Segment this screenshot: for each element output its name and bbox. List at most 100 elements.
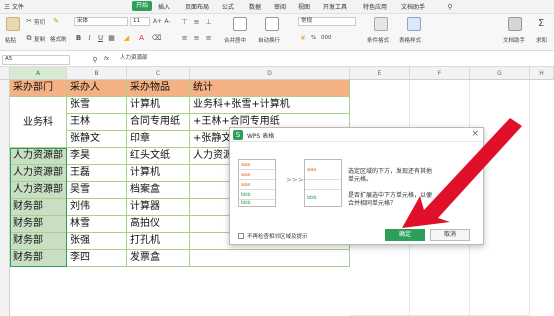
doc-assistant-label[interactable]: 文档助手 (503, 36, 525, 44)
cut-label[interactable]: 剪切 (34, 18, 45, 26)
align-left-icon[interactable]: ≡ (180, 33, 189, 42)
table-cell[interactable]: 吴雪 (67, 182, 127, 199)
menu-view[interactable]: 视图 (298, 2, 310, 11)
table-cell[interactable]: 张静文 (67, 131, 127, 148)
align-top-icon[interactable]: ⊤ (180, 17, 189, 26)
table-cell-merged[interactable]: 业务科 (10, 97, 67, 148)
currency-icon[interactable]: ¥ (298, 33, 308, 42)
table-cell[interactable]: 王磊 (67, 165, 127, 182)
table-cell[interactable]: 合同专用纸 (127, 114, 190, 131)
table-cell-selected[interactable]: 人力资源部 (10, 165, 67, 182)
table-cell[interactable]: 张强 (67, 233, 127, 250)
align-middle-icon[interactable]: ≡ (192, 17, 201, 26)
number-format-select[interactable]: 常规 (298, 17, 356, 26)
table-cell[interactable]: 计算器 (127, 199, 190, 216)
menu-review[interactable]: 审阅 (274, 2, 286, 11)
table-cell-selected[interactable]: 财务部 (10, 250, 67, 267)
bold-icon[interactable]: B (74, 33, 83, 42)
format-painter-label[interactable]: 格式刷 (50, 35, 67, 43)
font-color-icon[interactable]: A (137, 33, 146, 42)
table-cell[interactable]: 发票盒 (127, 250, 190, 267)
paste-label[interactable]: 粘贴 (5, 36, 16, 44)
checkbox-label[interactable]: 不再检查相邻区域及提示 (247, 232, 308, 240)
border-icon[interactable]: ▦ (107, 33, 116, 42)
table-style-icon[interactable] (407, 17, 421, 31)
align-right-icon[interactable]: ≡ (204, 33, 213, 42)
no-check-checkbox[interactable] (238, 233, 244, 239)
align-bottom-icon[interactable]: ⊥ (204, 17, 213, 26)
italic-icon[interactable]: I (85, 33, 94, 42)
fx-label[interactable]: fx (104, 56, 109, 62)
col-header-b[interactable]: B (67, 67, 127, 80)
menu-data[interactable]: 数据 (249, 2, 261, 11)
menu-special[interactable]: 特色应用 (363, 2, 387, 11)
col-header-f[interactable]: F (410, 67, 470, 80)
table-cell[interactable]: 红头文纸 (127, 148, 190, 165)
col-header-g[interactable]: G (470, 67, 530, 80)
table-cell[interactable]: 李四 (67, 250, 127, 267)
paste-icon[interactable] (6, 17, 20, 31)
table-cell-selected[interactable]: 财务部 (10, 199, 67, 216)
sum-label[interactable]: 求和 (536, 36, 547, 44)
formula-input[interactable]: 人力资源部 (118, 55, 552, 65)
sum-icon[interactable]: Σ (535, 17, 547, 29)
header-cell[interactable]: 统计 (190, 80, 350, 97)
table-cell-selected[interactable]: 财务部 (10, 216, 67, 233)
table-cell-selected[interactable]: 人力资源部 (10, 182, 67, 199)
conditional-format-label[interactable]: 条件格式 (367, 36, 389, 44)
menu-developer[interactable]: 开发工具 (323, 2, 347, 11)
header-cell[interactable]: 采办部门 (10, 80, 67, 97)
col-header-a[interactable]: A (10, 67, 67, 80)
table-cell[interactable]: 计算机 (127, 97, 190, 114)
table-cell[interactable]: 打孔机 (127, 233, 190, 250)
font-name-select[interactable]: 宋体 (74, 17, 128, 26)
wrap-text-label[interactable]: 自动换行 (258, 36, 280, 44)
zoom-icon[interactable]: ⚲ (90, 55, 100, 65)
table-cell[interactable]: 林雪 (67, 216, 127, 233)
table-cell-selected[interactable]: 财务部 (10, 233, 67, 250)
table-style-label[interactable]: 表格样式 (399, 36, 421, 44)
table-cell[interactable] (190, 250, 350, 267)
table-cell[interactable]: 刘伟 (67, 199, 127, 216)
header-cell[interactable]: 采办物品 (127, 80, 190, 97)
font-shrink-icon[interactable]: A- (163, 17, 172, 26)
conditional-format-icon[interactable] (374, 17, 388, 31)
table-cell[interactable]: 高拍仪 (127, 216, 190, 233)
fill-color-icon[interactable]: ◢ (122, 33, 131, 42)
col-header-c[interactable]: C (127, 67, 190, 80)
wrap-text-icon[interactable] (265, 17, 279, 31)
table-cell[interactable]: 王林 (67, 114, 127, 131)
menu-formula[interactable]: 公式 (222, 2, 234, 11)
align-center-icon[interactable]: ≡ (192, 33, 201, 42)
row-headers[interactable] (0, 80, 10, 316)
col-header-e[interactable]: E (350, 67, 410, 80)
thousands-label[interactable]: 000 (321, 35, 332, 41)
table-cell[interactable]: 张雪 (67, 97, 127, 114)
table-cell[interactable]: 李昊 (67, 148, 127, 165)
merge-center-icon[interactable] (233, 17, 247, 31)
header-cell[interactable]: 采办人 (67, 80, 127, 97)
name-box[interactable]: A5 (2, 55, 70, 65)
table-cell[interactable]: 业务科+张雪+计算机 (190, 97, 350, 114)
table-cell-selected[interactable]: 人力资源部 (10, 148, 67, 165)
menu-page-layout[interactable]: 页面布局 (185, 2, 209, 11)
format-painter-icon[interactable]: ✎ (52, 17, 60, 25)
menu-file[interactable]: 三 文件 (4, 2, 24, 11)
merge-center-label[interactable]: 合并居中 (224, 36, 246, 44)
col-header-d[interactable]: D (190, 67, 350, 80)
underline-icon[interactable]: U (96, 33, 105, 42)
eraser-icon[interactable]: ⌫ (152, 33, 162, 42)
percent-label[interactable]: % (311, 35, 316, 41)
search-icon[interactable]: ⚲ (445, 2, 455, 12)
font-size-select[interactable]: 11 (130, 17, 150, 26)
table-cell[interactable]: 印章 (127, 131, 190, 148)
corner-cell[interactable] (0, 67, 10, 80)
menu-insert[interactable]: 插入 (158, 2, 170, 11)
scissors-icon[interactable]: ✂ (25, 17, 33, 25)
copy-label[interactable]: 复制 (34, 35, 45, 43)
col-header-h[interactable]: H (530, 67, 554, 80)
doc-assistant-icon[interactable] (508, 17, 522, 31)
font-grow-icon[interactable]: A+ (153, 17, 162, 26)
copy-icon[interactable]: ⧉ (25, 34, 33, 42)
table-cell[interactable]: 计算机 (127, 165, 190, 182)
